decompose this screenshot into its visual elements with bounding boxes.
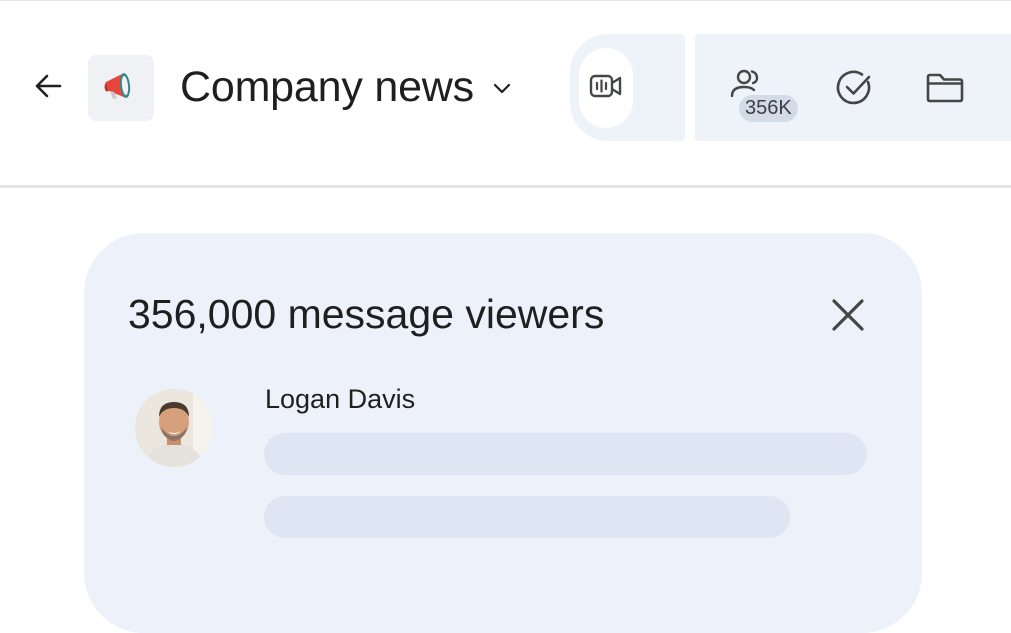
- tasks-button[interactable]: [833, 68, 877, 112]
- header-divider: [0, 185, 1011, 188]
- member-count-badge: 356K: [739, 95, 798, 122]
- close-icon: [830, 297, 866, 338]
- back-button[interactable]: [28, 68, 68, 108]
- close-button[interactable]: [826, 295, 870, 339]
- viewers-panel: 356,000 message viewers Logan Davis: [84, 233, 922, 633]
- viewer-name: Logan Davis: [265, 384, 416, 414]
- check-circle-icon: [835, 68, 875, 113]
- space-avatar: [88, 55, 154, 121]
- avatar: [135, 389, 213, 467]
- space-title: Company news: [180, 62, 474, 111]
- chevron-down-icon: [492, 82, 512, 96]
- loading-placeholder: [264, 433, 867, 475]
- video-call-icon: [589, 73, 623, 104]
- start-video-call-button[interactable]: [579, 48, 633, 128]
- folder-icon: [925, 71, 965, 110]
- header-actions-group: 356K: [695, 34, 1011, 141]
- arrow-left-icon: [32, 70, 64, 107]
- viewers-panel-title: 356,000 message viewers: [128, 291, 605, 337]
- megaphone-icon: [100, 65, 142, 112]
- files-button[interactable]: [923, 68, 967, 112]
- loading-placeholder: [264, 496, 790, 538]
- space-header: Company news 356K: [0, 0, 1011, 186]
- space-title-dropdown[interactable]: Company news: [180, 58, 512, 116]
- meet-button-group: [570, 34, 685, 141]
